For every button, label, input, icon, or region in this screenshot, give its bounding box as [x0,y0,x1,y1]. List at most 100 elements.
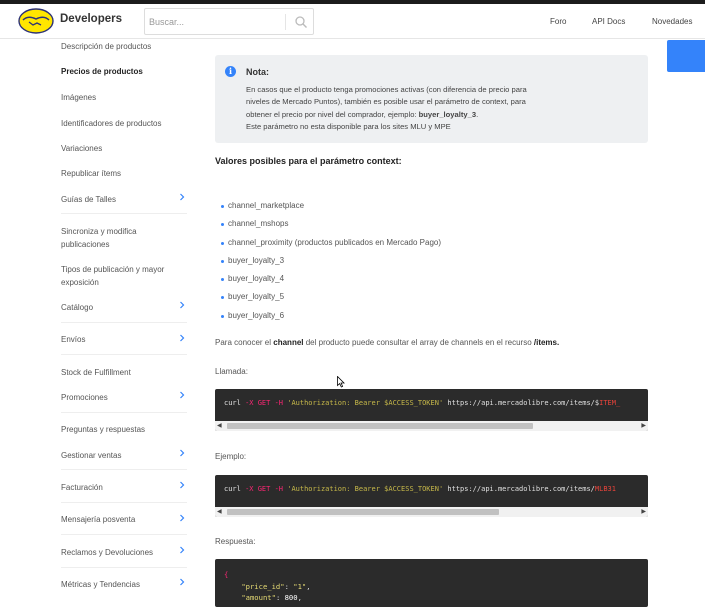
note-title: Nota: [246,67,269,77]
chevron-right-icon[interactable] [178,546,186,554]
ejemplo-label: Ejemplo: [215,452,247,461]
sidebar-divider [61,213,187,214]
context-values-list: channel_marketplace channel_mshops chann… [221,201,441,329]
note-box: i Nota: En casos que el producto tenga p… [215,55,648,143]
sidebar-divider [61,502,187,503]
code-url-tail: MLB31 [594,485,616,493]
code-block-llamada[interactable]: curl -X GET -H 'Authorization: Bearer $A… [215,389,648,431]
scroll-left-icon[interactable]: ◀ [217,422,222,429]
code-block-ejemplo[interactable]: curl -X GET -H 'Authorization: Bearer $A… [215,475,648,517]
list-item: buyer_loyalty_6 [221,311,441,329]
horizontal-scrollbar[interactable]: ◀ ▶ [215,421,648,431]
note-line: niveles de Mercado Puntos), también es p… [246,97,526,107]
code-cmd: curl [224,399,246,407]
note-line: Este parámetro no esta disponible para l… [246,122,451,132]
channel-paragraph: Para conocer el channel del producto pue… [215,338,559,347]
mouse-cursor-icon [337,376,345,388]
sidebar-divider [61,469,187,470]
horizontal-scrollbar[interactable]: ◀ ▶ [215,507,648,517]
code-flags: -X GET -H [245,485,288,493]
sidebar-item-gestionar-ventas[interactable]: Gestionar ventas [61,450,187,463]
json-key: "price_id" [241,581,285,591]
sidebar-item-facturacion[interactable]: Facturación [61,482,187,495]
sidebar-item-metricas[interactable]: Métricas y Tendencias [61,579,187,592]
info-icon: i [225,66,236,77]
sidebar-item-reclamos[interactable]: Reclamos y Devoluciones [61,547,187,560]
sidebar-item-stock-fulfillment[interactable]: Stock de Fulfillment [61,367,187,380]
sidebar-item-republicar[interactable]: Republicar ítems [61,168,187,181]
sidebar-item-guias-talles[interactable]: Guías de Talles [61,194,187,207]
respuesta-label: Respuesta: [215,537,256,546]
chevron-right-icon[interactable] [178,514,186,522]
top-header: Developers Foro API Docs Novedades [0,4,705,39]
chevron-right-icon[interactable] [178,301,186,309]
note-line-text: obtener el precio por nivel del comprado… [246,109,419,119]
chevron-right-icon[interactable] [178,334,186,342]
mercado-libre-logo[interactable] [18,8,54,34]
sidebar-item-variaciones[interactable]: Variaciones [61,143,187,156]
search-input[interactable] [149,14,279,30]
note-text: En casos que el producto tenga promocion… [246,84,591,134]
nav-api-docs[interactable]: API Docs [592,17,625,26]
chevron-right-icon[interactable] [178,449,186,457]
chevron-right-icon[interactable] [178,391,186,399]
json-brace: { [224,570,229,579]
para-text: Para conocer el [215,338,274,347]
code-header: 'Authorization: Bearer $ACCESS_TOKEN' [287,399,444,407]
code-line: curl -X GET -H 'Authorization: Bearer $A… [224,485,616,493]
note-example-value: buyer_loyalty_3 [418,109,477,119]
scroll-left-icon[interactable]: ◀ [217,508,222,515]
scrollbar-thumb[interactable] [227,509,499,515]
para-bold: channel [273,338,304,347]
sidebar: Descripción de productos Precios de prod… [0,40,200,605]
chevron-right-icon[interactable] [178,578,186,586]
code-line: { "price_id": "1", "amount": 800, [224,570,311,602]
sidebar-item-preguntas[interactable]: Preguntas y respuestas [61,424,187,437]
note-line-text: . [476,109,479,119]
sidebar-divider [61,534,187,535]
sidebar-divider [61,354,187,355]
json-value: "1" [293,581,307,591]
scrollbar-thumb[interactable] [227,423,533,429]
search-divider [285,14,286,30]
search-icon[interactable] [294,15,308,29]
values-heading: Valores posibles para el parámetro conte… [215,156,402,166]
sidebar-item-sincroniza[interactable]: Sincroniza y modifica publicaciones [61,226,187,251]
sidebar-item-precios[interactable]: Precios de productos [61,66,187,79]
note-line: En casos que el producto tenga promocion… [246,85,527,94]
scroll-right-icon[interactable]: ▶ [641,508,646,515]
note-line: obtener el precio por nivel del comprado… [246,109,591,121]
sidebar-item-imagenes[interactable]: Imágenes [61,92,187,105]
sidebar-item-mensajeria[interactable]: Mensajería posventa [61,514,187,527]
search-box [144,8,314,35]
scroll-right-icon[interactable]: ▶ [641,422,646,429]
floating-blue-button[interactable] [667,40,705,72]
nav-foro[interactable]: Foro [550,17,566,26]
json-key: "amount" [241,593,276,602]
code-line: curl -X GET -H 'Authorization: Bearer $A… [224,399,620,407]
nav-novedades[interactable]: Novedades [652,17,692,26]
sidebar-item-tipos-publicacion[interactable]: Tipos de publicación y mayor exposición [61,264,187,289]
code-cmd: curl [224,485,246,493]
sidebar-item-descripcion[interactable]: Descripción de productos [61,41,187,54]
brand-title[interactable]: Developers [60,13,122,25]
llamada-label: Llamada: [215,367,248,376]
code-block-respuesta[interactable]: { "price_id": "1", "amount": 800, [215,559,648,607]
sidebar-divider [61,322,187,323]
list-item: buyer_loyalty_4 [221,274,441,292]
sidebar-item-catalogo[interactable]: Catálogo [61,302,187,315]
sidebar-item-envios[interactable]: Envíos [61,334,187,347]
json-value: 800 [284,593,298,602]
chevron-right-icon[interactable] [178,193,186,201]
code-url-tail: ITEM_ [599,399,621,407]
code-url: https://api.mercadolibre.com/items/ [443,485,595,493]
sidebar-item-identificadores[interactable]: Identificadores de productos [61,118,187,131]
code-flags: -X GET -H [245,399,288,407]
code-url: https://api.mercadolibre.com/items/$ [443,399,600,407]
sidebar-item-promociones[interactable]: Promociones [61,392,187,405]
chevron-right-icon[interactable] [178,481,186,489]
sidebar-divider [61,412,187,413]
sidebar-divider [61,567,187,568]
list-item: buyer_loyalty_3 [221,256,441,274]
para-bold: /items. [533,338,560,347]
